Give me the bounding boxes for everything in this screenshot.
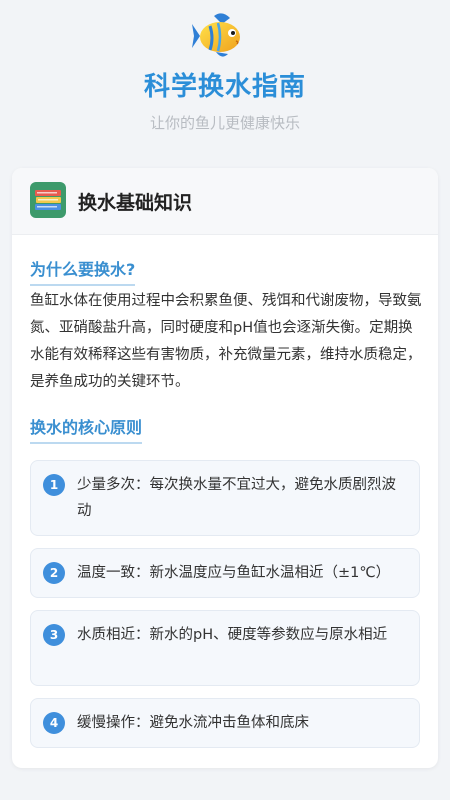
principle-item: 1 少量多次：每次换水量不宜过大，避免水质剧烈波动	[30, 460, 420, 536]
principle-text: 缓慢操作：避免水流冲击鱼体和底床	[77, 715, 309, 731]
card-title: 换水基础知识	[78, 192, 193, 214]
number-badge: 4	[43, 712, 65, 734]
page-title: 科学换水指南	[143, 72, 306, 102]
principle-item: 4 缓慢操作：避免水流冲击鱼体和底床	[30, 698, 420, 748]
why-section-title: 为什么要换水?	[30, 256, 136, 286]
basics-card: 换水基础知识 为什么要换水? 鱼缸水体在使用过程中会积累鱼便、残饵和代谢废物，导…	[12, 168, 438, 768]
principle-item: 2 温度一致：新水温度应与鱼缸水温相近（±1℃）	[30, 548, 420, 598]
card-header: 换水基础知识	[12, 168, 438, 235]
number-badge: 3	[43, 624, 65, 646]
principle-item: 3 水质相近：新水的pH、硬度等参数应与原水相近	[30, 610, 420, 686]
page-subtitle: 让你的鱼儿更健康快乐	[149, 114, 300, 132]
fish-icon	[192, 13, 240, 57]
principle-text: 少量多次：每次换水量不宜过大，避免水质剧烈波动	[77, 477, 396, 519]
app-header: 科学换水指南 让你的鱼儿更健康快乐	[0, 0, 450, 160]
number-badge: 2	[43, 562, 65, 584]
principle-text: 温度一致：新水温度应与鱼缸水温相近（±1℃）	[77, 565, 391, 581]
books-icon	[30, 182, 66, 218]
why-paragraph: 鱼缸水体在使用过程中会积累鱼便、残饵和代谢废物，导致氨氮、亚硝酸盐升高，同时硬度…	[30, 293, 422, 390]
number-badge: 1	[43, 474, 65, 496]
principles-section-title: 换水的核心原则	[30, 414, 143, 444]
principle-text: 水质相近：新水的pH、硬度等参数应与原水相近	[77, 627, 388, 643]
